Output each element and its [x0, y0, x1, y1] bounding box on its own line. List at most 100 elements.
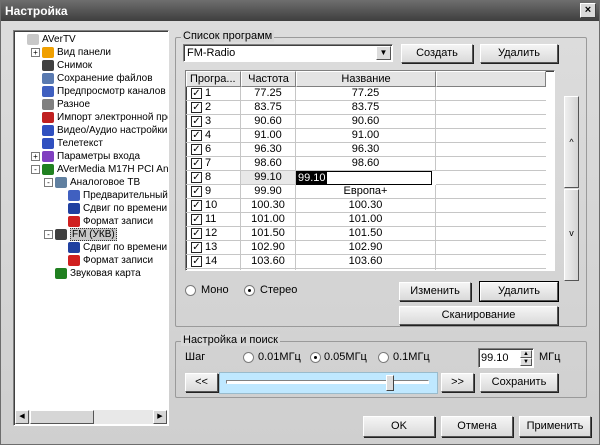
slider-knob[interactable]: [386, 375, 394, 391]
cancel-button[interactable]: Отмена: [441, 416, 513, 437]
table-row[interactable]: ✓ 2 83.75 83.75: [186, 101, 546, 115]
scan-button[interactable]: Сканирование: [399, 306, 558, 325]
step-01-radio[interactable]: [378, 352, 389, 363]
program-checkbox[interactable]: ✓: [191, 130, 202, 141]
tree-item[interactable]: Вид панели: [42, 46, 111, 59]
spin-down-icon[interactable]: ▼: [520, 358, 532, 366]
tree-item-label: Аналоговое ТВ: [70, 177, 141, 188]
tree-item-label: Телетекст: [57, 138, 103, 149]
step-005-radio[interactable]: [310, 352, 321, 363]
frequency-spinner[interactable]: 99.10 ▲ ▼: [478, 348, 534, 368]
chevron-down-icon[interactable]: ▼: [376, 46, 391, 60]
program-list-select[interactable]: FM-Radio ▼: [183, 44, 393, 62]
tree-item[interactable]: Телетекст: [42, 137, 103, 150]
program-checkbox[interactable]: ✓: [191, 172, 202, 183]
tree-item[interactable]: Аналоговое ТВ: [55, 176, 140, 189]
program-checkbox[interactable]: ✓: [191, 200, 202, 211]
tree-item[interactable]: Сдвиг по времени: [68, 202, 167, 215]
frequency-cell: 99.10: [241, 171, 296, 185]
table-row[interactable]: ✓ 9 99.90 Европа+: [186, 185, 546, 199]
table-row[interactable]: ✓ 7 98.60 98.60: [186, 157, 546, 171]
stereo-radio[interactable]: [244, 285, 255, 296]
tree-item[interactable]: Параметры входа: [42, 150, 140, 163]
table-row[interactable]: ✓ 6 96.30 96.30: [186, 143, 546, 157]
tree-item[interactable]: AVerMedia M17H PCI Analo: [42, 163, 168, 176]
settings-window: Настройка × AVerTV Вид панели + Снимок Сохра…: [0, 0, 600, 445]
scroll-down-button[interactable]: v: [564, 189, 579, 281]
tree-item[interactable]: Сдвиг по времени: [68, 241, 167, 254]
filler-cell: [436, 241, 546, 255]
delete-list-button[interactable]: Удалить: [480, 44, 558, 63]
scroll-up-button[interactable]: ^: [564, 96, 579, 188]
program-checkbox[interactable]: ✓: [191, 242, 202, 253]
frequency-slider[interactable]: [219, 372, 438, 394]
table-row[interactable]: ✓ 10 100.30 100.30: [186, 199, 546, 213]
col-program[interactable]: Програ...: [186, 71, 241, 87]
mono-radio[interactable]: [185, 285, 196, 296]
col-name[interactable]: Название: [296, 71, 436, 87]
program-checkbox[interactable]: ✓: [191, 144, 202, 155]
tree-item[interactable]: Разное: [42, 98, 90, 111]
program-checkbox[interactable]: ✓: [191, 214, 202, 225]
ok-button[interactable]: OK: [363, 416, 435, 437]
expand-icon[interactable]: +: [31, 48, 40, 57]
tree-horizontal-scrollbar[interactable]: ◀ ▶: [15, 410, 167, 424]
tree-item[interactable]: Предпросмотр каналов: [42, 85, 166, 98]
table-row[interactable]: ✓ 1 77.25 77.25: [186, 87, 546, 101]
edit-button[interactable]: Изменить: [399, 282, 471, 301]
remove-button[interactable]: Удалить: [480, 282, 558, 301]
table-row[interactable]: ✓ 11 101.00 101.00: [186, 213, 546, 227]
tree-item[interactable]: Предварительный: [68, 189, 168, 202]
scroll-left-arrow[interactable]: ◀: [15, 410, 29, 424]
tree-item[interactable]: Видео/Аудио настройки: [42, 124, 167, 137]
tree-item[interactable]: Снимок: [42, 59, 92, 72]
stereo-label: Стерео: [260, 284, 298, 296]
collapse-icon[interactable]: -: [31, 165, 40, 174]
spin-up-icon[interactable]: ▲: [520, 350, 532, 358]
table-row[interactable]: ✓ 14 103.60 103.60: [186, 255, 546, 269]
name-edit-field[interactable]: 99.10: [296, 171, 432, 185]
tree-item[interactable]: FM (УКВ): [55, 228, 117, 241]
step-001-radio[interactable]: [243, 352, 254, 363]
table-row[interactable]: ✓ 4 91.00 91.00: [186, 129, 546, 143]
tree-item[interactable]: Формат записи: [68, 254, 153, 267]
save-button[interactable]: Сохранить: [480, 373, 558, 392]
step-label: Шаг: [185, 351, 206, 363]
program-checkbox[interactable]: ✓: [191, 158, 202, 169]
program-cell: ✓ 1: [186, 87, 241, 101]
table-row[interactable]: ✓ 13 102.90 102.90: [186, 241, 546, 255]
next-button[interactable]: >>: [441, 373, 474, 392]
tree-item[interactable]: Звуковая карта: [55, 267, 141, 280]
table-row[interactable]: ✓ 8 99.10 99.10: [186, 171, 546, 185]
table-row[interactable]: ✓ 3 90.60 90.60: [186, 115, 546, 129]
scroll-right-arrow[interactable]: ▶: [153, 410, 167, 424]
program-checkbox[interactable]: ✓: [191, 102, 202, 113]
tree-item-label: Сдвиг по времени: [83, 203, 168, 214]
program-checkbox[interactable]: ✓: [191, 116, 202, 127]
filler-cell: [436, 269, 546, 270]
program-checkbox[interactable]: ✓: [191, 270, 202, 271]
program-checkbox[interactable]: ✓: [191, 256, 202, 267]
scroll-thumb[interactable]: [30, 410, 94, 424]
prev-button[interactable]: <<: [185, 373, 218, 392]
table-row[interactable]: ✓ 12 101.50 101.50: [186, 227, 546, 241]
frequency-cell: 83.75: [241, 101, 296, 115]
col-frequency[interactable]: Частота: [241, 71, 296, 87]
tree-item[interactable]: Формат записи: [68, 215, 153, 228]
tree-item[interactable]: Импорт электронной прог: [42, 111, 168, 124]
expand-icon[interactable]: +: [31, 152, 40, 161]
program-checkbox[interactable]: ✓: [191, 228, 202, 239]
apply-button[interactable]: Применить: [519, 416, 591, 437]
program-checkbox[interactable]: ✓: [191, 88, 202, 99]
collapse-icon[interactable]: -: [44, 178, 53, 187]
collapse-icon[interactable]: -: [44, 230, 53, 239]
tree-item[interactable]: Сохранение файлов: [42, 72, 153, 85]
program-checkbox[interactable]: ✓: [191, 186, 202, 197]
program-cell: ✓15: [186, 269, 241, 271]
table-row[interactable]: ✓15: [186, 269, 546, 271]
close-button[interactable]: ×: [580, 3, 596, 18]
tree-item[interactable]: AVerTV: [27, 33, 76, 46]
create-button[interactable]: Создать: [401, 44, 473, 63]
filler-cell: [436, 101, 546, 115]
delete-list-button-label: Удалить: [498, 47, 540, 59]
